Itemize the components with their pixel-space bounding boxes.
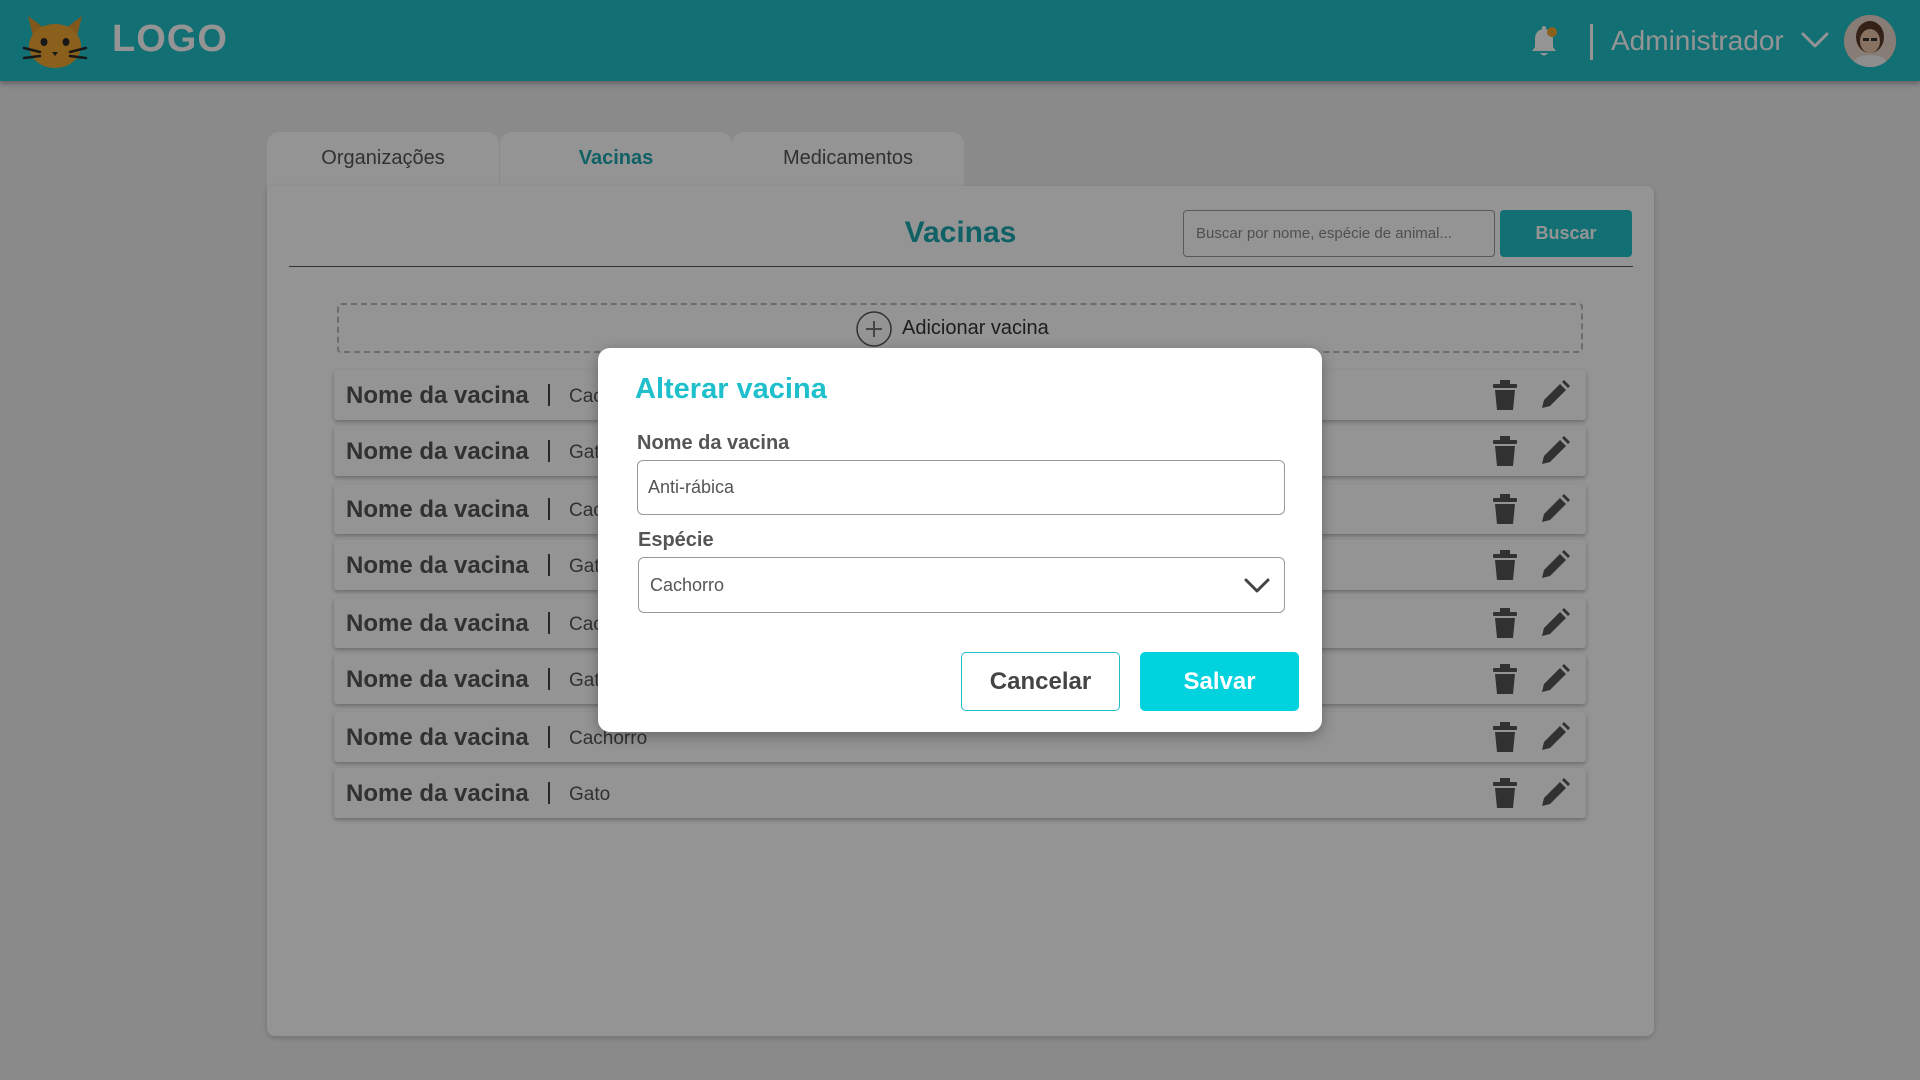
species-label: Espécie xyxy=(638,529,714,551)
chevron-down-icon xyxy=(1244,578,1270,593)
edit-vaccine-dialog: Alterar vacina Nome da vacina Espécie Ca… xyxy=(598,348,1322,732)
species-selected-value: Cachorro xyxy=(650,575,725,595)
vaccine-name-label: Nome da vacina xyxy=(637,432,790,454)
dialog-title: Alterar vacina xyxy=(635,373,827,405)
save-button[interactable]: Salvar xyxy=(1140,652,1299,711)
vaccine-name-field[interactable] xyxy=(637,460,1285,515)
cancel-button[interactable]: Cancelar xyxy=(961,652,1120,711)
species-select[interactable]: Cachorro xyxy=(638,557,1285,613)
